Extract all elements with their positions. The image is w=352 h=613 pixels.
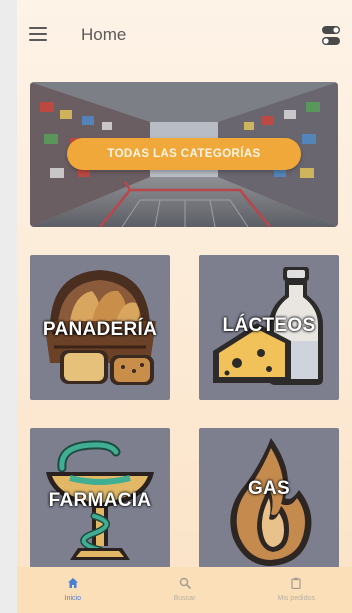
toggle-icon xyxy=(322,26,340,45)
settings-toggle-button[interactable] xyxy=(321,24,341,48)
all-categories-button[interactable]: TODAS LAS CATEGORÍAS xyxy=(67,138,301,170)
page-title: Home xyxy=(81,25,127,44)
category-card-panaderia[interactable]: PANADERÍA xyxy=(30,255,170,400)
category-label: FARMACIA xyxy=(48,490,152,511)
nav-label: Mis pedidos xyxy=(277,595,315,602)
category-card-lacteos[interactable]: LÁCTEOS xyxy=(199,255,339,400)
category-label: GAS xyxy=(247,478,291,499)
nav-item-inicio[interactable]: Inicio xyxy=(17,567,129,613)
app-bar: Home xyxy=(17,0,352,72)
category-card-gas[interactable]: GAS xyxy=(199,428,339,568)
clipboard-icon xyxy=(291,577,301,589)
category-label: LÁCTEOS xyxy=(222,315,316,336)
home-icon xyxy=(67,578,78,588)
nav-item-buscar[interactable]: Buscar xyxy=(129,567,241,613)
search-icon xyxy=(179,577,191,589)
nav-label: Buscar xyxy=(173,595,196,602)
category-label: PANADERÍA xyxy=(42,319,158,340)
category-card-farmacia[interactable]: FARMACIA xyxy=(30,428,170,568)
categories-banner: TODAS LAS CATEGORÍAS xyxy=(30,82,338,227)
nav-label: Inicio xyxy=(64,595,81,602)
app-screen: Home TODAS LAS CATEGORÍAS PANADERÍA LÁCT… xyxy=(17,0,352,613)
hamburger-icon xyxy=(29,27,47,29)
menu-button[interactable] xyxy=(29,27,47,41)
nav-item-mis-pedidos[interactable]: Mis pedidos xyxy=(240,567,352,613)
bottom-navigation: Inicio Buscar Mis pedidos xyxy=(17,567,352,613)
